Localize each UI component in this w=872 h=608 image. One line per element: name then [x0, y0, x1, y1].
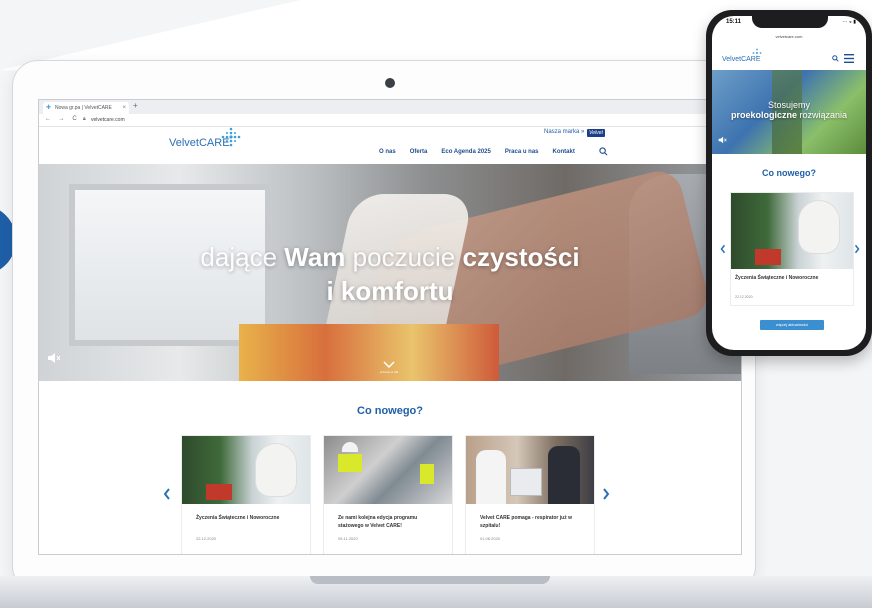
news-section-title: Co nowego? — [357, 405, 423, 417]
phone-hero-banner: Stosujemy proekologiczne rozwiązania — [712, 70, 866, 154]
sound-muted-icon[interactable] — [47, 352, 61, 364]
hero-text-part: Wam — [284, 242, 346, 272]
phone-site-header: VelvetCARE — [712, 42, 866, 70]
phone-url[interactable]: velvetcare.com — [712, 34, 866, 39]
logo-cross-icon — [221, 127, 241, 147]
phone-notch — [752, 16, 828, 28]
hero-headline-line1: dające Wam poczucie czystości — [39, 242, 741, 273]
vest-image — [338, 454, 362, 472]
chevron-right-icon[interactable] — [602, 488, 610, 500]
browser-tab[interactable]: ✚ Nowa gr.pa | VelvetCARE × — [43, 102, 129, 114]
news-card-date: 22.12.2020 — [735, 295, 753, 299]
scroll-down-label[interactable]: przewiń w dół — [369, 370, 409, 374]
polar-bear-image — [256, 444, 296, 496]
search-icon[interactable] — [832, 55, 839, 62]
laptop-screen: ✚ Nowa gr.pa | VelvetCARE × + ← → C 🔒︎ v… — [38, 99, 742, 555]
hero-text-part: poczucie — [345, 242, 463, 272]
phone-time: 15:11 — [726, 19, 742, 25]
news-card-title[interactable]: Velvet CARE pomaga - respirator już w sz… — [480, 514, 580, 530]
browser-tab-title: Nowa gr.pa | VelvetCARE — [55, 105, 112, 111]
browser-nav-buttons[interactable]: ← → C — [45, 116, 80, 122]
favicon-icon: ✚ — [46, 105, 52, 111]
nav-item-contact[interactable]: Kontakt — [553, 149, 575, 155]
news-card-date: 22.12.2020 — [196, 536, 217, 541]
nav-item-careers[interactable]: Praca u nas — [505, 149, 539, 155]
more-news-button[interactable]: więcej aktualności — [760, 320, 824, 330]
phone-hero-line2: proekologiczne rozwiązania — [712, 110, 866, 120]
velvet-brand-badge[interactable]: Velvet — [587, 129, 605, 137]
logo-cross-icon — [752, 48, 762, 58]
chevron-down-icon[interactable] — [382, 360, 396, 370]
news-card-image — [731, 193, 853, 269]
news-card-image — [182, 436, 310, 504]
hero-text-part: czystości — [462, 242, 580, 272]
address-bar[interactable]: ← → C 🔒︎ velvetcare.com — [39, 114, 741, 127]
polar-bear-image — [799, 201, 839, 253]
lock-icon: 🔒︎ — [83, 116, 86, 122]
search-icon[interactable] — [599, 147, 608, 156]
site-header: VelvetCARE Nasza marka » Velvet O nas Of… — [39, 127, 741, 165]
news-card-title[interactable]: Życzenia Świąteczne i Noworoczne — [735, 275, 818, 281]
hero-text-part: dające — [200, 242, 285, 272]
our-brand-link[interactable]: Nasza marka » — [544, 129, 584, 135]
doctor-image — [476, 450, 506, 504]
news-card-image — [466, 436, 594, 504]
close-tab-icon[interactable]: × — [122, 102, 126, 114]
laptop-camera — [385, 78, 395, 88]
nav-item-eco-agenda[interactable]: Eco Agenda 2025 — [441, 149, 490, 155]
news-card[interactable]: Velvet CARE pomaga - respirator już w sz… — [465, 435, 595, 554]
hamburger-menu-icon[interactable] — [844, 54, 854, 63]
news-card-image — [324, 436, 452, 504]
phone-screen: 15:11 ··· ◒ ▮ velvetcare.com VelvetCARE … — [712, 16, 866, 350]
gift-image — [755, 249, 781, 265]
chevron-right-icon[interactable] — [854, 244, 860, 254]
url-text[interactable]: velvetcare.com — [91, 117, 125, 123]
phone-news-card[interactable]: Życzenia Świąteczne i Noworoczne 22.12.2… — [730, 192, 854, 306]
phone-hero-line1: Stosujemy — [767, 100, 811, 110]
news-card[interactable]: Życzenia Świąteczne i Noworoczne 22.12.2… — [181, 435, 311, 554]
hero-headline-line2: i komfortu — [326, 276, 454, 306]
man-in-suit-image — [548, 446, 580, 504]
news-card-date: 01.06.2020 — [480, 536, 501, 541]
news-card[interactable]: Ze nami kolejna edycja programu stażoweg… — [323, 435, 453, 554]
main-nav: O nas Oferta Eco Agenda 2025 Praca u nas… — [379, 149, 575, 155]
hero-text-part: proekologiczne — [730, 110, 797, 120]
laptop-base-notch — [310, 576, 550, 584]
hero-text-part: rozwiązania — [796, 110, 848, 120]
news-card-date: 05.11.2020 — [338, 536, 358, 541]
new-tab-button[interactable]: + — [133, 101, 138, 110]
phone-status-icons: ··· ◒ ▮ — [842, 19, 856, 25]
helmet-image — [342, 442, 358, 452]
chevron-left-icon[interactable] — [163, 488, 171, 500]
news-card-title[interactable]: Ze nami kolejna edycja programu stażoweg… — [338, 514, 438, 530]
sound-muted-icon[interactable] — [718, 136, 727, 144]
nav-item-offer[interactable]: Oferta — [410, 149, 428, 155]
browser-tab-bar: ✚ Nowa gr.pa | VelvetCARE × + — [39, 100, 741, 114]
chevron-left-icon[interactable] — [720, 244, 726, 254]
vest-image — [420, 464, 434, 484]
site-logo[interactable]: VelvetCARE — [169, 127, 241, 151]
hero-banner: dające Wam poczucie czystości i komfortu… — [39, 164, 741, 381]
respirator-image — [510, 468, 542, 496]
phone-news-title: Co nowego? — [762, 168, 816, 178]
gift-image — [206, 484, 232, 500]
news-card-title[interactable]: Życzenia Świąteczne i Noworoczne — [196, 514, 296, 522]
nav-item-about[interactable]: O nas — [379, 149, 396, 155]
